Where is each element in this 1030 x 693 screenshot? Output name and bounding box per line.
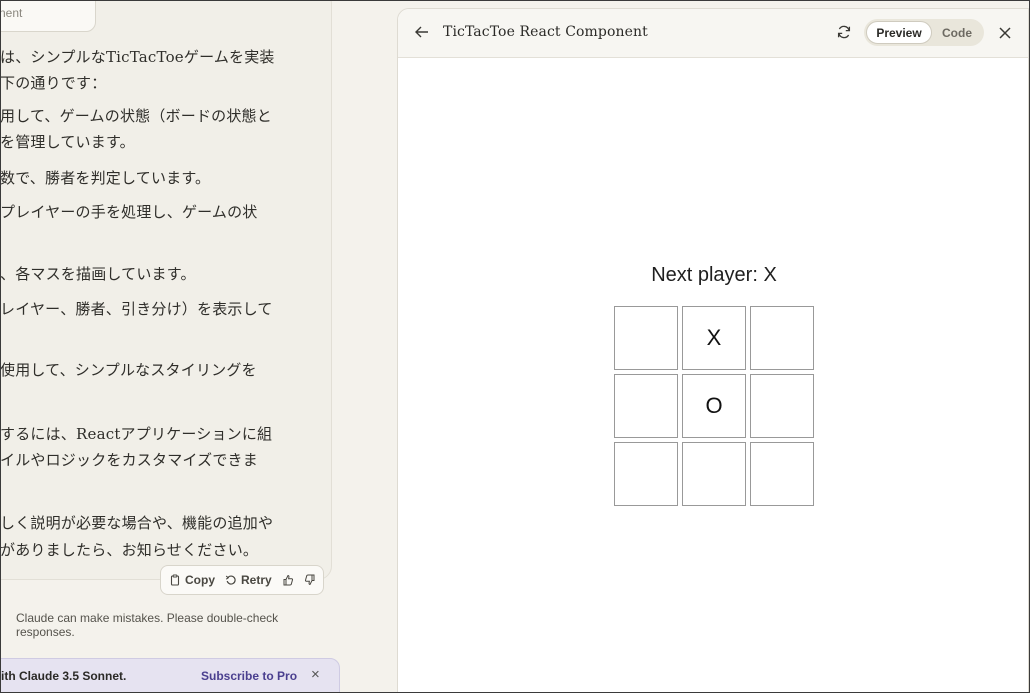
- message-line: しく説明が必要な場合や、機能の追加や: [0, 514, 274, 532]
- artifact-panel: TicTacToe React Component Preview Code N…: [397, 8, 1029, 693]
- board-cell[interactable]: O: [682, 374, 746, 438]
- board-cell[interactable]: [614, 374, 678, 438]
- copy-label: Copy: [185, 573, 215, 587]
- board-cell[interactable]: [614, 442, 678, 506]
- message-line: を管理しています。: [0, 133, 135, 151]
- thumbs-down-button[interactable]: [304, 574, 316, 586]
- message-line: イルやロジックをカスタマイズできま: [0, 451, 258, 469]
- refresh-icon[interactable]: [836, 24, 852, 40]
- banner-close-icon[interactable]: ×: [311, 666, 320, 683]
- board-cell[interactable]: X: [682, 306, 746, 370]
- board-row: X: [614, 306, 814, 370]
- tab-code[interactable]: Code: [932, 21, 982, 44]
- message-line: 使用して、シンプルなスタイリングを: [0, 361, 257, 379]
- message-line: 下の通りです：: [0, 74, 107, 92]
- thumbs-down-icon: [304, 574, 315, 586]
- game-board: X O: [614, 306, 814, 510]
- board-row: [614, 442, 814, 506]
- board-cell[interactable]: [682, 442, 746, 506]
- upgrade-banner: ith Claude 3.5 Sonnet. Subscribe to Pro …: [0, 658, 340, 693]
- disclaimer-text: Claude can make mistakes. Please double-…: [16, 611, 279, 639]
- message-line: は、シンプルなTicTacToeゲームを実装: [0, 48, 275, 66]
- message-line: するには、Reactアプリケーションに組: [0, 425, 273, 443]
- back-arrow-icon[interactable]: [414, 24, 430, 40]
- thumbs-up-icon: [283, 574, 293, 586]
- game-status: Next player: X: [651, 264, 777, 286]
- tab-preview[interactable]: Preview: [866, 21, 932, 44]
- message-line: 数で、勝者を判定しています。: [0, 169, 211, 187]
- copy-button[interactable]: Copy: [169, 573, 215, 587]
- board-cell[interactable]: [750, 374, 814, 438]
- chat-column: nent は、シンプルなTicTacToeゲームを実装 下の通りです： 用して、…: [0, 0, 340, 693]
- preview-code-toggle: Preview Code: [864, 19, 984, 46]
- message-line: レイヤー、勝者、引き分け）を表示して: [0, 300, 273, 318]
- attachment-chip[interactable]: nent: [0, 0, 96, 32]
- thumbs-up-button[interactable]: [282, 574, 294, 586]
- subscribe-link[interactable]: Subscribe to Pro: [201, 669, 297, 683]
- artifact-title: TicTacToe React Component: [443, 24, 648, 40]
- banner-text: ith Claude 3.5 Sonnet.: [1, 669, 127, 683]
- retry-label: Retry: [241, 573, 272, 587]
- close-icon[interactable]: [998, 26, 1012, 40]
- artifact-header: TicTacToe React Component Preview Code: [398, 9, 1028, 58]
- board-cell[interactable]: [750, 306, 814, 370]
- board-cell[interactable]: [614, 306, 678, 370]
- message-line: 、各マスを描画しています。: [0, 265, 196, 283]
- clipboard-icon: [170, 574, 180, 586]
- board-cell[interactable]: [750, 442, 814, 506]
- retry-icon: [225, 575, 236, 585]
- message-line: プレイヤーの手を処理し、ゲームの状: [0, 203, 258, 221]
- retry-button[interactable]: Retry: [225, 573, 272, 587]
- board-row: O: [614, 374, 814, 438]
- attachment-label: nent: [0, 6, 23, 20]
- message-line: 用して、ゲームの状態（ボードの状態と: [0, 107, 272, 125]
- message-actions: Copy Retry: [160, 565, 324, 595]
- message-line: がありましたら、お知らせください。: [0, 541, 259, 559]
